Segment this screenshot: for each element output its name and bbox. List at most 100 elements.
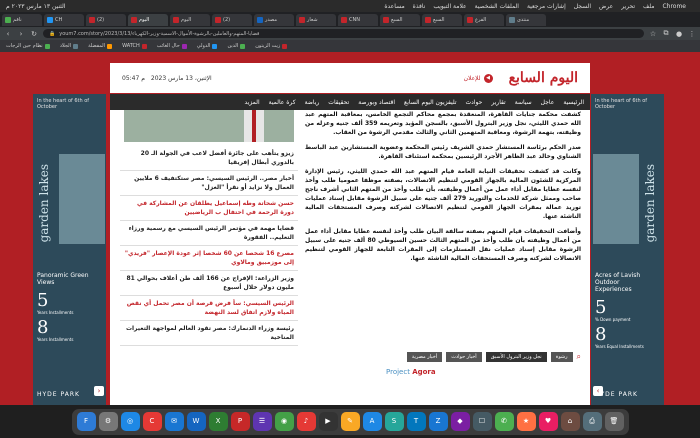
bookmark-item[interactable]: المفضلة [88, 43, 113, 49]
menu-icon[interactable]: ⋮ [688, 30, 696, 38]
nav-item[interactable]: حوادث [466, 99, 483, 106]
dock-app-icon[interactable]: ◉ [274, 412, 294, 431]
menubar-item[interactable]: الملفات الشخصية [475, 3, 519, 10]
tag-link[interactable]: نجل وزير البترول الأسبق [485, 352, 547, 362]
browser-tab[interactable]: مصدر [254, 13, 294, 26]
nav-item[interactable]: المزيد [245, 99, 260, 106]
menubar-item[interactable]: ملف [643, 3, 654, 10]
menubar-item[interactable]: إشارات مرجعية [527, 3, 566, 10]
dock-app-icon[interactable]: S [384, 412, 404, 431]
nav-item[interactable]: تقارير [491, 99, 505, 106]
reload-icon[interactable]: ↻ [30, 30, 38, 38]
dock-app-icon[interactable]: ▶ [318, 412, 338, 431]
dock-app-icon[interactable]: ⎙ [582, 412, 602, 431]
tag-link[interactable]: أخبار حوادث [446, 352, 482, 362]
sidebar-news-link[interactable]: وزير الزراعة: الإفراج عن 166 ألف طن أعلا… [120, 271, 298, 296]
site-logo[interactable]: اليوم السابع [509, 70, 578, 86]
bookmark-item[interactable]: حال الغائب [157, 43, 187, 49]
dock-app-icon[interactable]: ☐ [472, 412, 492, 431]
dock-app-icon[interactable]: ◆ [450, 412, 470, 431]
menubar-clock[interactable]: الثنين ١٣ مارس ٢٠٢٣ م [6, 3, 65, 10]
menubar-item[interactable]: عرض [599, 3, 613, 10]
menubar-item[interactable]: علامة التبويب [433, 3, 466, 10]
sidebar-news-link[interactable]: أخبار مصر.. الرئيس السيسي: مصر ستكتفيف 6… [120, 171, 298, 196]
dock-app-icon[interactable]: ♪ [296, 412, 316, 431]
bookmark-item[interactable]: WATCH [122, 43, 147, 49]
dock-app-icon[interactable]: A [362, 412, 382, 431]
address-bar[interactable]: 🔒 youm7.com/story/2023/3/13/قضايا-المتهم… [43, 29, 644, 38]
article-tags: ⌕ رشوة نجل وزير البترول الأسبق أخبار حوا… [305, 352, 581, 362]
bookmark-item[interactable]: الدولي [197, 43, 218, 49]
nav-item[interactable]: الرئيسية [563, 99, 584, 106]
browser-tab[interactable]: (2) [212, 13, 252, 26]
dock-app-icon[interactable]: ⚙ [98, 412, 118, 431]
browser-tab[interactable]: (2) [86, 13, 126, 26]
menubar-item[interactable]: تحرير [621, 3, 635, 10]
browser-tab[interactable]: CNN [338, 13, 378, 26]
nav-item[interactable]: سياسة [515, 99, 532, 106]
bookmark-item[interactable]: نظام حين الرجات [6, 43, 50, 49]
browser-tab[interactable]: السبع [380, 13, 420, 26]
right-skyscraper-ad[interactable]: In the heart of 6th of October garden la… [591, 94, 664, 405]
forward-icon[interactable]: › [17, 30, 25, 38]
menubar-item[interactable]: مساعدة [384, 3, 404, 10]
advertise-link[interactable]: للإعلان ◀ [464, 73, 493, 83]
browser-tab[interactable]: السبع [422, 13, 462, 26]
project-agora-logo[interactable]: Project Agora [386, 368, 436, 376]
dock-app-icon[interactable]: ♥ [538, 412, 558, 431]
browser-tab[interactable]: منتدى [506, 13, 546, 26]
nav-item[interactable]: كرة عالمية [269, 99, 296, 106]
ad-number: 8 [37, 317, 49, 338]
menubar-app[interactable]: Chrome [662, 3, 686, 10]
dock-app-icon[interactable]: X [208, 412, 228, 431]
dock-app-icon[interactable]: C [142, 412, 162, 431]
bookmark-item[interactable]: زيت الزيتون [255, 43, 288, 49]
nav-item[interactable]: تحقيقات [328, 99, 349, 106]
browser-tab[interactable]: اليوم [128, 13, 168, 26]
dock-app-icon[interactable]: 🗑 [604, 412, 624, 431]
dock-app-icon[interactable]: P [230, 412, 250, 431]
sidebar-news-link[interactable]: الرئيس السيسي: سأ فرض قرصة أن مصر تحمل أ… [120, 296, 298, 321]
extensions-icon[interactable]: ⧉ [662, 29, 670, 38]
sidebar-news-link[interactable]: قضايا مهمة في مؤتمر الرئيس السيسي مع رسم… [120, 221, 298, 246]
dock-app-icon[interactable]: ☰ [252, 412, 272, 431]
dock-app-icon[interactable]: ✎ [340, 412, 360, 431]
sidebar-news-link[interactable]: مصرع 16 شخصا عن 60 شخصا إثر عودة الإعصار… [120, 246, 298, 271]
tag-link[interactable]: أخبار مصرية [406, 352, 443, 362]
dock-app-icon[interactable]: F [76, 412, 96, 431]
menubar-item[interactable]: السجل [574, 3, 591, 10]
sidebar-news-link[interactable]: رئيسة وزراء الدنمارك: مصر تقود العالم لم… [120, 321, 298, 346]
dock-app-icon[interactable]: W [186, 412, 206, 431]
dock-app-icon[interactable]: ◎ [120, 412, 140, 431]
dock-app-icon[interactable]: T [406, 412, 426, 431]
menubar-item[interactable]: نافذة [413, 3, 426, 10]
dock-app-icon[interactable]: ✆ [494, 412, 514, 431]
sidebar-news-link[interactable]: حسن شحاتة وطه إسماعيل يطلقان عن المشاركة… [120, 196, 298, 221]
news-thumbnail[interactable] [124, 110, 294, 142]
dock-app-icon[interactable]: ✉ [164, 412, 184, 431]
browser-tab[interactable]: الفرع [464, 13, 504, 26]
left-skyscraper-ad[interactable]: In the heart of 6th of October garden la… [33, 94, 106, 405]
browser-tab[interactable]: اليوم [170, 13, 210, 26]
nav-item[interactable]: عاجل [541, 99, 555, 106]
arrow-right-icon[interactable]: › [94, 386, 104, 396]
browser-tab[interactable]: ناقم [2, 13, 42, 26]
browser-tab[interactable]: CH [44, 13, 84, 26]
dock-app-icon[interactable]: Z [428, 412, 448, 431]
dock-app-icon[interactable]: ⌂ [560, 412, 580, 431]
back-icon[interactable]: ‹ [4, 30, 12, 38]
nav-item[interactable]: رياضة [305, 99, 320, 106]
sidebar-news-link[interactable]: زيزو يتأهب على جائزة أفضل لاعب في الجولة… [120, 146, 298, 171]
search-icon[interactable]: ⌕ [577, 352, 581, 362]
star-icon[interactable]: ☆ [649, 30, 657, 38]
bookmark-item[interactable]: الجلاد [60, 43, 79, 49]
profile-icon[interactable]: ● [675, 30, 683, 38]
browser-tab[interactable]: شعار [296, 13, 336, 26]
dock-app-icon[interactable]: ★ [516, 412, 536, 431]
arrow-left-icon[interactable]: ‹ [593, 386, 603, 396]
nav-item[interactable]: اقتصاد وبورصة [358, 99, 395, 106]
tag-link[interactable]: رشوة [550, 352, 573, 362]
ad-tagline: In the heart of 6th of October [37, 98, 90, 110]
bookmark-item[interactable]: الدين [227, 43, 246, 49]
nav-item[interactable]: تليفزيون اليوم السابع [404, 99, 456, 106]
